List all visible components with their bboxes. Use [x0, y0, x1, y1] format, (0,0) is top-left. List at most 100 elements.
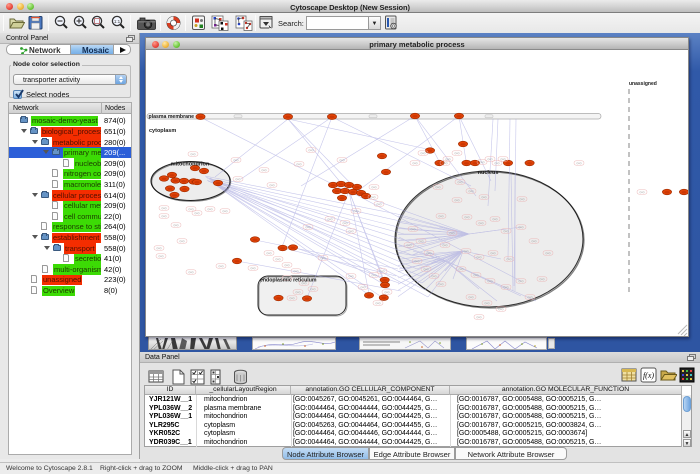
svg-text:(xx): (xx): [267, 251, 272, 255]
svg-text:(xx): (xx): [415, 259, 420, 263]
svg-text:(xx): (xx): [385, 290, 390, 294]
svg-text:(xx): (xx): [446, 157, 451, 161]
svg-text:(xx): (xx): [219, 264, 224, 268]
svg-text:(xx): (xx): [223, 209, 228, 213]
svg-text:(xx): (xx): [480, 160, 485, 164]
svg-text:(xx): (xx): [504, 229, 509, 233]
svg-text:(xx): (xx): [189, 270, 194, 274]
svg-text:(xx): (xx): [464, 249, 469, 253]
svg-text:(xx): (xx): [377, 202, 382, 206]
svg-text:(xx): (xx): [519, 279, 524, 283]
svg-text:(xx): (xx): [349, 274, 354, 278]
svg-text:(xx): (xx): [180, 239, 185, 243]
svg-text:(xx): (xx): [482, 195, 487, 199]
svg-text:(xx): (xx): [436, 185, 441, 189]
svg-text:(xx): (xx): [528, 295, 533, 299]
svg-text:(xx): (xx): [372, 185, 377, 189]
svg-text:(xx): (xx): [297, 162, 302, 166]
svg-text:(xx): (xx): [162, 206, 167, 210]
svg-text:unassigned: unassigned: [629, 81, 657, 87]
svg-text:(xx): (xx): [432, 274, 437, 278]
svg-text:(xx): (xx): [546, 251, 551, 255]
svg-text:(xx): (xx): [520, 197, 525, 201]
svg-text:(xx): (xx): [411, 227, 416, 231]
svg-text:(xx): (xx): [354, 209, 359, 213]
svg-text:(xx): (xx): [321, 256, 326, 260]
svg-text:(xx): (xx): [340, 158, 345, 162]
svg-text:(xx): (xx): [439, 282, 444, 286]
svg-text:(xx): (xx): [195, 211, 200, 215]
svg-text:(xx): (xx): [532, 239, 537, 243]
svg-text:(xx): (xx): [311, 287, 316, 291]
svg-text:(xx): (xx): [413, 161, 418, 165]
svg-text:(xx): (xx): [455, 151, 460, 155]
svg-text:plasma membrane: plasma membrane: [149, 114, 195, 120]
svg-text:(xx): (xx): [469, 295, 474, 299]
svg-text:(xx): (xx): [191, 152, 196, 156]
svg-text:(xx): (xx): [493, 217, 498, 221]
svg-text:(xx): (xx): [208, 207, 213, 211]
svg-text:(xx): (xx): [519, 225, 524, 229]
svg-text:(xx): (xx): [469, 189, 474, 193]
svg-text:(xx): (xx): [458, 180, 463, 184]
svg-text:(xx): (xx): [640, 190, 645, 194]
svg-text:(xx): (xx): [504, 285, 509, 289]
svg-text:(xx): (xx): [162, 214, 167, 218]
svg-text:(xx): (xx): [371, 195, 376, 199]
svg-text:(xx): (xx): [507, 257, 512, 261]
svg-text:(xx): (xx): [290, 296, 295, 300]
svg-text:(xx): (xx): [328, 217, 333, 221]
svg-text:(xx): (xx): [488, 279, 493, 283]
svg-text:(xx): (xx): [285, 263, 290, 267]
svg-text:(xx): (xx): [380, 269, 385, 273]
svg-text:(xx): (xx): [236, 177, 241, 181]
svg-text:endoplasmic reticulum: endoplasmic reticulum: [260, 278, 317, 284]
svg-text:(xx): (xx): [424, 267, 429, 271]
svg-text:nucleus: nucleus: [478, 170, 499, 176]
svg-text:(xx): (xx): [159, 254, 164, 258]
svg-text:(xx): (xx): [189, 207, 194, 211]
svg-text:(xx): (xx): [343, 221, 348, 225]
svg-text:(xx): (xx): [174, 223, 179, 227]
svg-text:(xx): (xx): [443, 243, 448, 247]
svg-text:(xx): (xx): [577, 161, 582, 165]
svg-text:(xx): (xx): [157, 246, 162, 250]
svg-text:(xx): (xx): [407, 243, 412, 247]
svg-text:(xx): (xx): [465, 215, 470, 219]
svg-text:(xx): (xx): [361, 285, 366, 289]
svg-text:(xx): (xx): [495, 161, 500, 165]
svg-text:(xx): (xx): [474, 273, 479, 277]
svg-text:(xx): (xx): [349, 229, 354, 233]
svg-text:(xx): (xx): [421, 151, 426, 155]
svg-text:(xx): (xx): [501, 157, 506, 161]
svg-text:(xx): (xx): [459, 267, 464, 271]
svg-text:(xx): (xx): [296, 290, 301, 294]
svg-text:(xx): (xx): [276, 257, 281, 261]
svg-text:(xx): (xx): [488, 157, 493, 161]
svg-text:(xx): (xx): [499, 307, 504, 311]
svg-text:(xx): (xx): [540, 277, 545, 281]
svg-text:(xx): (xx): [309, 148, 314, 152]
svg-text:(xx): (xx): [427, 251, 432, 255]
svg-text:1:1: 1:1: [114, 19, 121, 24]
svg-text:(xx): (xx): [251, 266, 256, 270]
svg-text:(xx): (xx): [234, 158, 239, 162]
svg-text:(xx): (xx): [491, 251, 496, 255]
svg-text:(xx): (xx): [376, 301, 381, 305]
svg-text:(xx): (xx): [294, 269, 299, 273]
svg-text:(xx): (xx): [372, 273, 377, 277]
svg-text:f(x): f(x): [643, 371, 654, 380]
svg-text:(xx): (xx): [262, 168, 267, 172]
svg-text:(xx): (xx): [479, 221, 484, 225]
svg-text:(xx): (xx): [485, 301, 490, 305]
svg-text:mitochondrion: mitochondrion: [171, 162, 210, 168]
svg-text:(xx): (xx): [419, 239, 424, 243]
svg-text:(xx): (xx): [455, 198, 460, 202]
svg-text:(xx): (xx): [306, 225, 311, 229]
svg-text:(xx): (xx): [439, 214, 444, 218]
svg-text:(xx): (xx): [443, 161, 448, 165]
svg-text:(xx): (xx): [270, 183, 275, 187]
svg-text:(xx): (xx): [477, 255, 482, 259]
svg-text:cytoplasm: cytoplasm: [149, 128, 176, 134]
svg-text:(xx): (xx): [450, 231, 455, 235]
